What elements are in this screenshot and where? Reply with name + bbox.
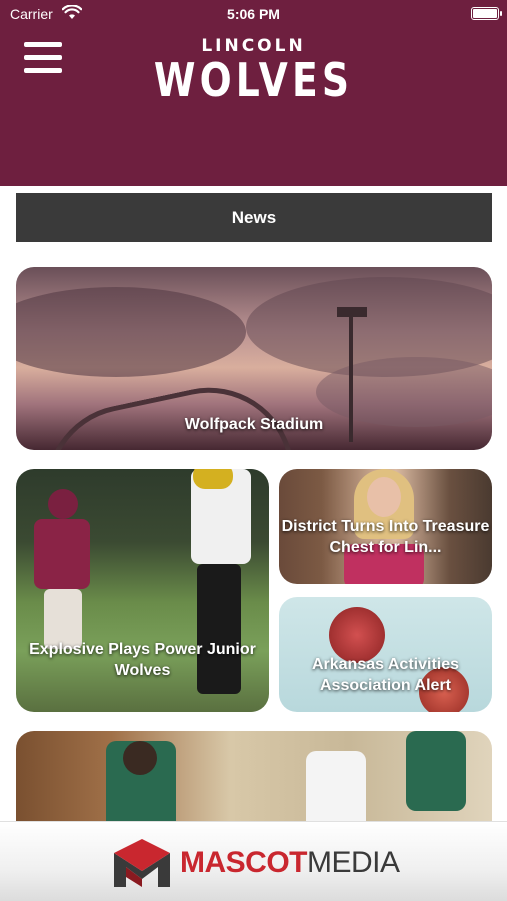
logo-bottom-text: WOLVES — [153, 53, 354, 107]
card-image-player — [26, 489, 96, 659]
news-card-arkansas[interactable]: Arkansas Activities Association Alert — [279, 597, 492, 712]
card-image-person — [367, 477, 401, 517]
status-bar: Carrier 5:06 PM — [0, 0, 507, 28]
brand-part-2: MEDIA — [307, 846, 400, 879]
brand-part-1: MASCOT — [180, 846, 308, 879]
card-image-decoration — [16, 287, 246, 377]
news-card-explosive-plays[interactable]: Explosive Plays Power Junior Wolves — [16, 469, 269, 712]
clock: 5:06 PM — [227, 6, 280, 22]
battery-icon — [471, 7, 502, 20]
news-card-stadium[interactable]: Wolfpack Stadium — [16, 267, 492, 450]
sponsor-footer[interactable]: MASCOTMEDIA — [0, 821, 507, 901]
news-card-title: District Turns Into Treasure Chest for L… — [281, 518, 490, 556]
team-logo: LINCOLN WOLVES — [0, 36, 507, 104]
stadium-arch — [29, 371, 293, 450]
mascot-media-logo-icon — [114, 839, 170, 887]
section-header-news[interactable]: News — [16, 193, 492, 242]
card-image-player — [123, 741, 157, 775]
news-card-title: Arkansas Activities Association Alert — [311, 656, 460, 694]
news-card-title: Wolfpack Stadium — [184, 416, 324, 433]
card-image-player — [406, 731, 466, 811]
news-card-title: Explosive Plays Power Junior Wolves — [29, 641, 256, 679]
app-header: Carrier 5:06 PM LINCOLN WOLVES — [0, 0, 507, 186]
news-card-district[interactable]: District Turns Into Treasure Chest for L… — [279, 469, 492, 584]
brand-wordmark: MASCOTMEDIA — [180, 846, 400, 880]
